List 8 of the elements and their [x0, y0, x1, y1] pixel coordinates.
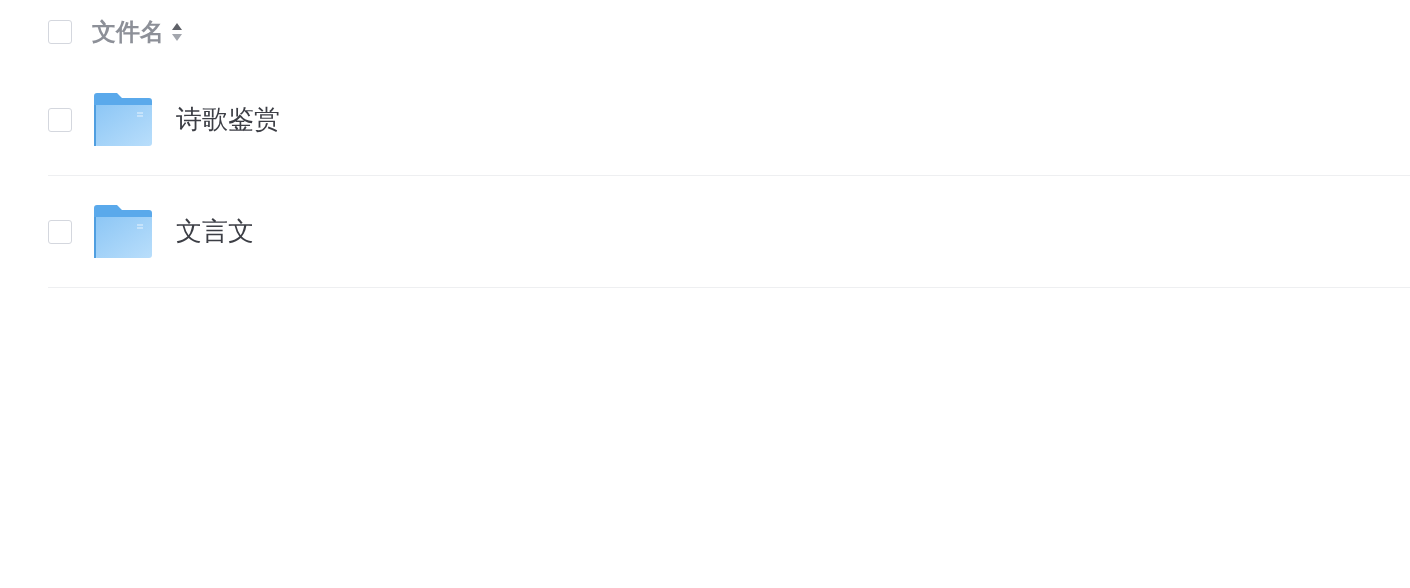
folder-name[interactable]: 文言文 — [176, 212, 254, 251]
folder-name[interactable]: 诗歌鉴赏 — [176, 100, 280, 139]
folder-icon — [94, 93, 152, 146]
folder-icon — [94, 205, 152, 258]
checkbox[interactable] — [48, 219, 72, 244]
sort-icon — [172, 23, 182, 41]
checkbox[interactable] — [48, 20, 72, 44]
checkbox[interactable] — [48, 107, 72, 132]
